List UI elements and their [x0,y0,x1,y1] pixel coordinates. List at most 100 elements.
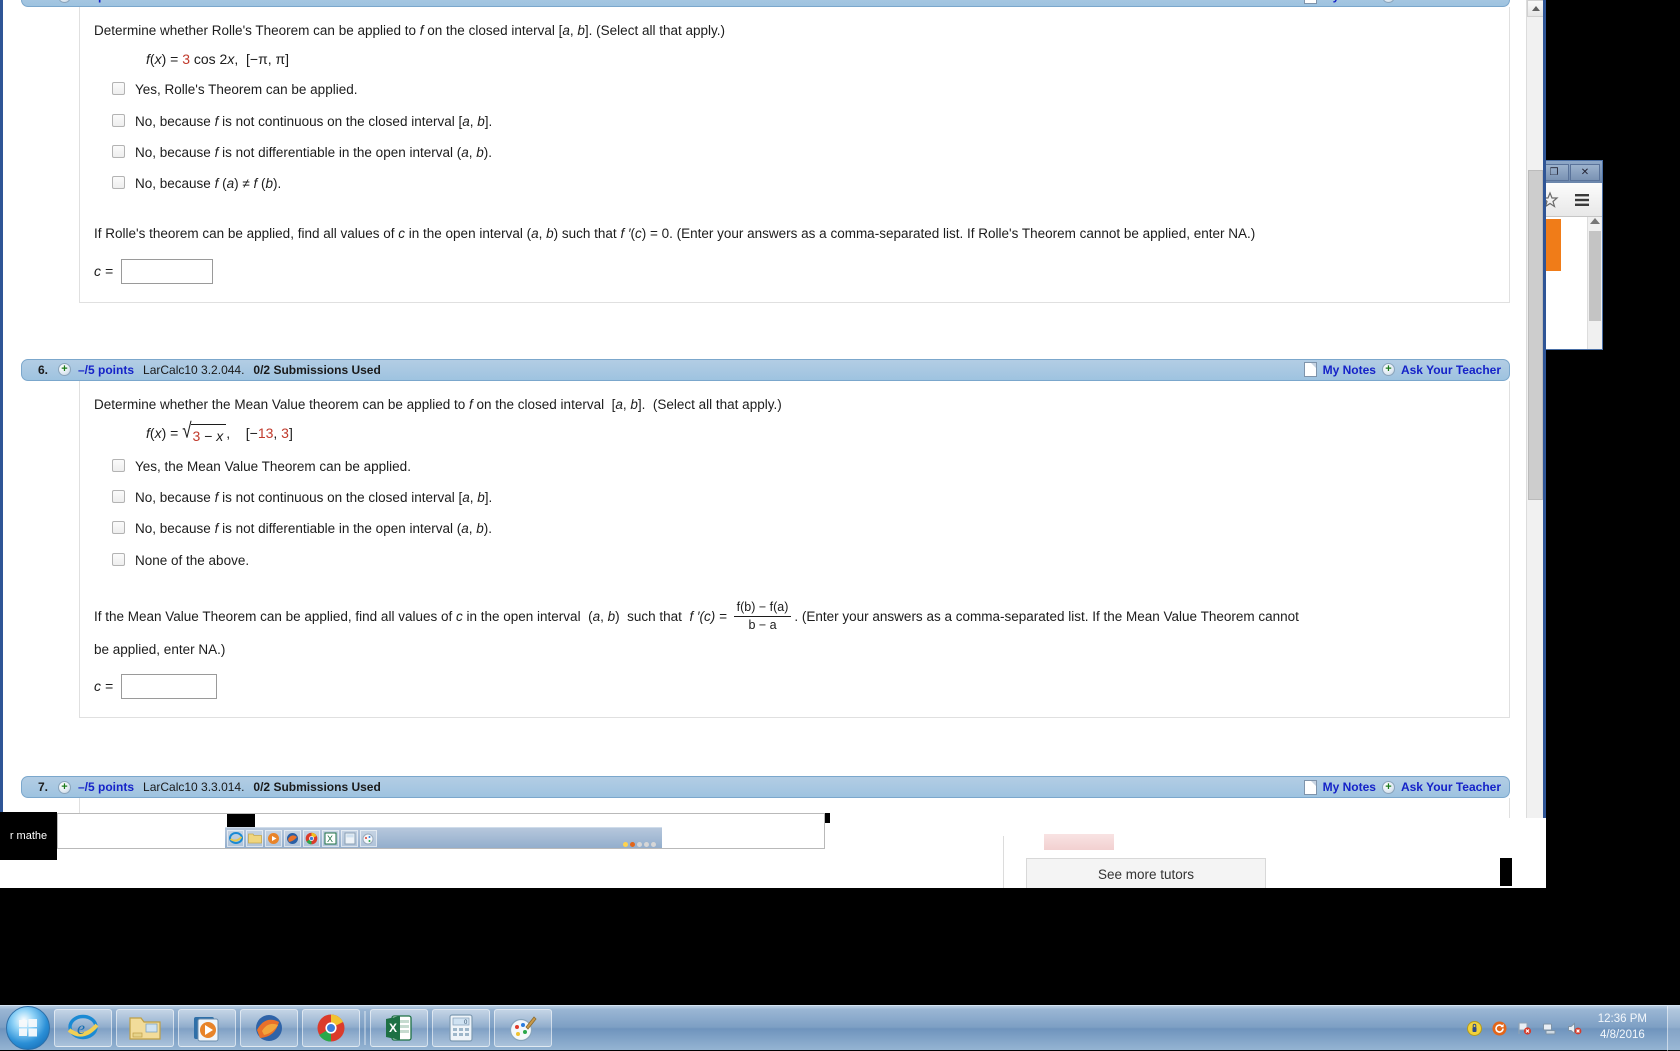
choice-checkbox[interactable] [112,521,125,535]
notes-icon[interactable] [1303,0,1317,4]
taskbar-microsoft-excel[interactable]: X [370,1009,428,1047]
expand-icon[interactable]: + [58,363,71,376]
taskbar-media-player[interactable] [178,1009,236,1047]
question-header-6: 6. + –/5 points LarCalc10 3.2.044. 0/2 S… [21,358,1510,381]
taskbar-file-explorer[interactable] [116,1009,174,1047]
choice-row[interactable]: Yes, Rolle's Theorem can be applied. [112,80,1495,100]
ask-your-teacher-link[interactable]: Ask Your Teacher [1401,363,1501,377]
taskbar-calculator[interactable]: 0 [432,1009,490,1047]
mini-firefox-icon [284,829,301,847]
answer-input-c[interactable] [121,258,214,284]
question-number: 7. [37,780,48,794]
ask-your-teacher-link[interactable]: Ask Your Teacher [1401,780,1501,794]
screenshot-thumbnail-window[interactable]: X 12:36 PM 4/8/2016 [57,813,825,849]
security-shield-icon[interactable] [1467,1020,1483,1036]
thumbnail-mini-tray: 12:36 PM 4/8/2016 [623,842,658,848]
clock-date: 4/8/2016 [1600,1029,1645,1041]
f-prime-label: f ′(c) = [689,608,727,624]
background-content-scrollbar[interactable] [1587,217,1602,349]
question-stem: Determine whether Rolle's Theorem can be… [94,23,725,38]
question-reference: LarCalc10 3.2.044. [143,362,245,377]
scrollbar-thumb[interactable] [1528,170,1543,500]
choice-checkbox[interactable] [112,490,125,503]
choice-label: No, because f is not continuous on the c… [135,113,493,129]
taskbar-google-chrome[interactable] [302,1009,360,1047]
close-button[interactable]: ✕ [1570,163,1600,181]
action-center-flag-icon[interactable] [1517,1020,1533,1036]
expand-icon[interactable]: + [58,0,71,3]
followup-text-5: If Rolle's theorem can be applied, find … [94,226,1256,242]
question-header-5: 5. + –/5 points LarCalc10 3.2.020. 0/2 S… [21,0,1510,7]
question-reference: LarCalc10 3.2.020. [143,0,244,3]
taskbar-paint[interactable] [494,1009,552,1047]
choice-row[interactable]: No, because f (a) ≠ f (b). [112,174,1495,194]
scroll-up-button[interactable] [1527,0,1543,17]
desktop-dark-notch [1500,858,1512,886]
choice-label: Yes, the Mean Value Theorem can be appli… [135,458,411,474]
thumbnail-black-area [227,814,255,827]
hamburger-menu-icon[interactable] [1568,187,1596,213]
scroll-up-arrow-icon[interactable] [1590,218,1600,224]
show-desktop-button[interactable] [1667,1005,1680,1051]
see-more-tutors-button[interactable]: See more tutors [1026,858,1266,888]
coefficient: 3 [182,51,190,68]
browser-window: 5. + –/5 points LarCalc10 3.2.020. 0/2 S… [0,0,1546,888]
ask-your-teacher-link[interactable]: Ask Your Teacher [1401,0,1501,3]
desktop-dark-band-2 [1528,350,1680,860]
network-icon[interactable] [1542,1020,1558,1036]
taskbar-clock[interactable]: 12:36 PM 4/8/2016 [1592,1012,1657,1043]
my-notes-link[interactable]: My Notes [1323,363,1376,377]
choice-label: No, because f (a) ≠ f (b). [135,176,282,191]
start-button[interactable] [6,1006,50,1050]
choice-checkbox[interactable] [112,82,125,96]
windows-taskbar: e X 0 12:36 PM 4/8/2016 [0,1005,1680,1051]
taskbar-separator [364,1011,366,1045]
notes-icon[interactable] [1303,779,1317,795]
volume-icon[interactable] [1567,1020,1583,1036]
followup-part3: be applied, enter NA.) [94,641,226,657]
choice-checkbox[interactable] [112,552,125,566]
tutor-thumbnail [1044,834,1114,850]
choice-row[interactable]: No, because f is not differentiable in t… [112,143,1495,163]
taskbar-internet-explorer[interactable]: e [54,1009,112,1047]
answer-input-c[interactable] [121,674,218,699]
svg-text:X: X [327,834,333,844]
my-notes-link[interactable]: My Notes [1323,780,1376,794]
followup-text-6: If the Mean Value Theorem can be applied… [94,600,1495,660]
scrollbar-thumb[interactable] [1589,231,1601,321]
mvt-fraction: f(b) − f(a) b − a [733,600,792,633]
square-root-expression: √ 3 − x [182,420,227,447]
choice-row[interactable]: None of the above. [112,551,1495,571]
choice-checkbox[interactable] [112,144,125,158]
desktop: ❐ ✕ Determine whether Rolle's Theorem ca… [0,0,1680,1051]
question-stem: Determine whether the Mean Value theorem… [94,396,782,412]
question-header-actions: My Notes + Ask Your Teacher [1303,779,1501,795]
choice-row[interactable]: No, because f is not continuous on the c… [112,112,1495,132]
ask-teacher-icon[interactable]: + [1381,363,1395,376]
my-notes-link[interactable]: My Notes [1323,0,1376,3]
choice-label: No, because f is not differentiable in t… [135,521,493,537]
choice-checkbox[interactable] [112,176,125,189]
tutor-panel: See more tutors [1003,834,1285,888]
update-icon[interactable] [1492,1020,1508,1036]
choice-list-6: Yes, the Mean Value Theorem can be appli… [112,457,1495,571]
radical-sign-icon: √ [182,418,192,443]
choice-checkbox[interactable] [112,458,125,472]
svg-text:X: X [389,1021,397,1035]
submissions-used: 0/2 Submissions Used [253,362,381,377]
choice-row[interactable]: No, because f is not differentiable in t… [112,519,1495,539]
page-scrollbar[interactable] [1526,0,1543,885]
svg-text:e: e [77,1018,85,1038]
answer-label: c = [94,678,114,694]
expand-icon[interactable]: + [58,780,71,794]
mini-excel-icon: X [322,829,339,847]
choice-checkbox[interactable] [112,113,125,127]
mini-chrome-icon [303,829,320,847]
notes-icon[interactable] [1303,362,1317,377]
ask-teacher-icon[interactable]: + [1381,0,1395,3]
interval-left: 13 [257,424,274,441]
ask-teacher-icon[interactable]: + [1381,780,1395,794]
taskbar-firefox[interactable] [240,1009,298,1047]
choice-row[interactable]: Yes, the Mean Value Theorem can be appli… [112,457,1495,477]
choice-row[interactable]: No, because f is not continuous on the c… [112,488,1495,508]
